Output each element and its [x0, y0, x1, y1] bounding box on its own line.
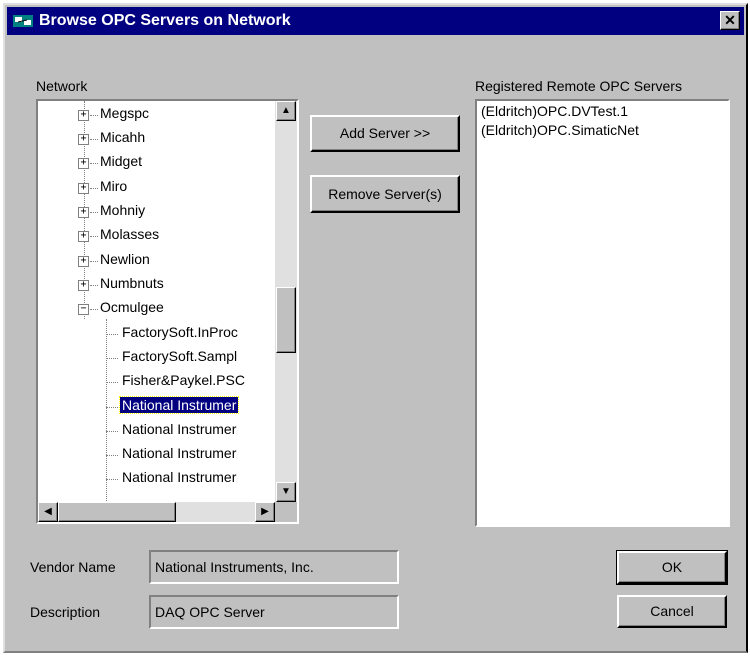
scrollbar-corner	[275, 502, 297, 522]
tree-child-label: National Instrumer	[122, 469, 237, 485]
expand-icon[interactable]: +	[78, 183, 89, 194]
tree-child-label: FactorySoft.InProc	[122, 324, 238, 340]
cancel-button[interactable]: Cancel	[617, 595, 727, 628]
network-tree[interactable]: + Megspc + Micahh + Midget + Miro + Mohn…	[36, 99, 299, 524]
scroll-left-icon[interactable]: ◀	[38, 502, 58, 522]
collapse-icon[interactable]: −	[78, 304, 89, 315]
tree-node-label: Newlion	[100, 251, 150, 267]
expand-icon[interactable]: +	[78, 231, 89, 242]
tree-branch-line	[106, 382, 118, 383]
tree-node-label: Numbnuts	[100, 275, 164, 291]
expand-icon[interactable]: +	[78, 158, 89, 169]
tree-branch-line	[106, 334, 118, 335]
tree-branch-line	[90, 261, 98, 262]
expand-icon[interactable]: +	[78, 110, 89, 121]
tree-branch-line	[106, 358, 118, 359]
ok-button[interactable]: OK	[616, 550, 728, 585]
vertical-scroll-thumb[interactable]	[276, 287, 296, 353]
tree-branch-line	[106, 479, 118, 480]
registered-servers-label: Registered Remote OPC Servers	[475, 78, 682, 94]
list-item[interactable]: (Eldritch)OPC.DVTest.1	[481, 103, 628, 119]
scroll-right-icon[interactable]: ▶	[255, 502, 275, 522]
vendor-name-field: National Instruments, Inc.	[149, 550, 399, 584]
tree-horizontal-scrollbar[interactable]: ◀ ▶	[38, 502, 275, 522]
description-label: Description	[30, 604, 101, 620]
tree-branch-line	[90, 115, 98, 116]
list-item[interactable]: (Eldritch)OPC.SimaticNet	[481, 122, 639, 138]
add-server-button[interactable]: Add Server >>	[310, 115, 460, 152]
close-icon[interactable]: ✕	[720, 11, 740, 30]
tree-child-label: National Instrumer	[118, 396, 240, 414]
scroll-up-icon[interactable]: ▲	[276, 101, 296, 121]
tree-node-label: Megspc	[100, 105, 150, 121]
tree-node-label: Ocmulgee	[100, 299, 164, 315]
tree-branch-line	[106, 455, 118, 456]
tree-node-label: Molasses	[100, 226, 160, 242]
horizontal-scroll-thumb[interactable]	[58, 502, 176, 522]
expand-icon[interactable]: +	[78, 280, 89, 291]
tree-child-label: Fisher&Paykel.PSC	[122, 372, 245, 388]
network-label: Network	[36, 78, 88, 94]
tree-branch-line	[90, 163, 98, 164]
tree-vertical-scrollbar[interactable]: ▲ ▼	[275, 101, 297, 502]
title-bar[interactable]: Browse OPC Servers on Network ✕	[7, 7, 744, 35]
tree-branch-line	[90, 212, 98, 213]
remove-server-button[interactable]: Remove Server(s)	[310, 175, 460, 213]
tree-child-label: National Instrumer	[122, 421, 237, 437]
tree-child-connector-line	[106, 319, 107, 502]
tree-node-label: Miro	[100, 178, 128, 194]
tree-viewport: + Megspc + Micahh + Midget + Miro + Mohn…	[38, 101, 275, 502]
expand-icon[interactable]: +	[78, 256, 89, 267]
tree-branch-line	[106, 431, 118, 432]
description-field: DAQ OPC Server	[149, 595, 399, 629]
scroll-down-icon[interactable]: ▼	[276, 482, 296, 502]
tree-child-label: National Instrumer	[122, 445, 237, 461]
tree-branch-line	[90, 309, 98, 310]
tree-node-label: Midget	[100, 153, 143, 169]
vendor-name-label: Vendor Name	[30, 559, 116, 575]
expand-icon[interactable]: +	[78, 207, 89, 218]
window-title: Browse OPC Servers on Network	[39, 12, 291, 29]
tree-branch-line	[106, 407, 118, 408]
tree-branch-line	[90, 236, 98, 237]
tree-branch-line	[90, 188, 98, 189]
tree-branch-line	[90, 139, 98, 140]
expand-icon[interactable]: +	[78, 134, 89, 145]
tree-node-label: Mohniy	[100, 202, 146, 218]
tree-branch-line	[90, 285, 98, 286]
registered-servers-list[interactable]: (Eldritch)OPC.DVTest.1 (Eldritch)OPC.Sim…	[475, 99, 730, 527]
network-icon	[13, 15, 33, 27]
tree-node-label: Micahh	[100, 129, 146, 145]
tree-child-label: FactorySoft.Sampl	[122, 348, 238, 364]
browse-opc-dialog: Browse OPC Servers on Network ✕ Network …	[3, 3, 748, 653]
